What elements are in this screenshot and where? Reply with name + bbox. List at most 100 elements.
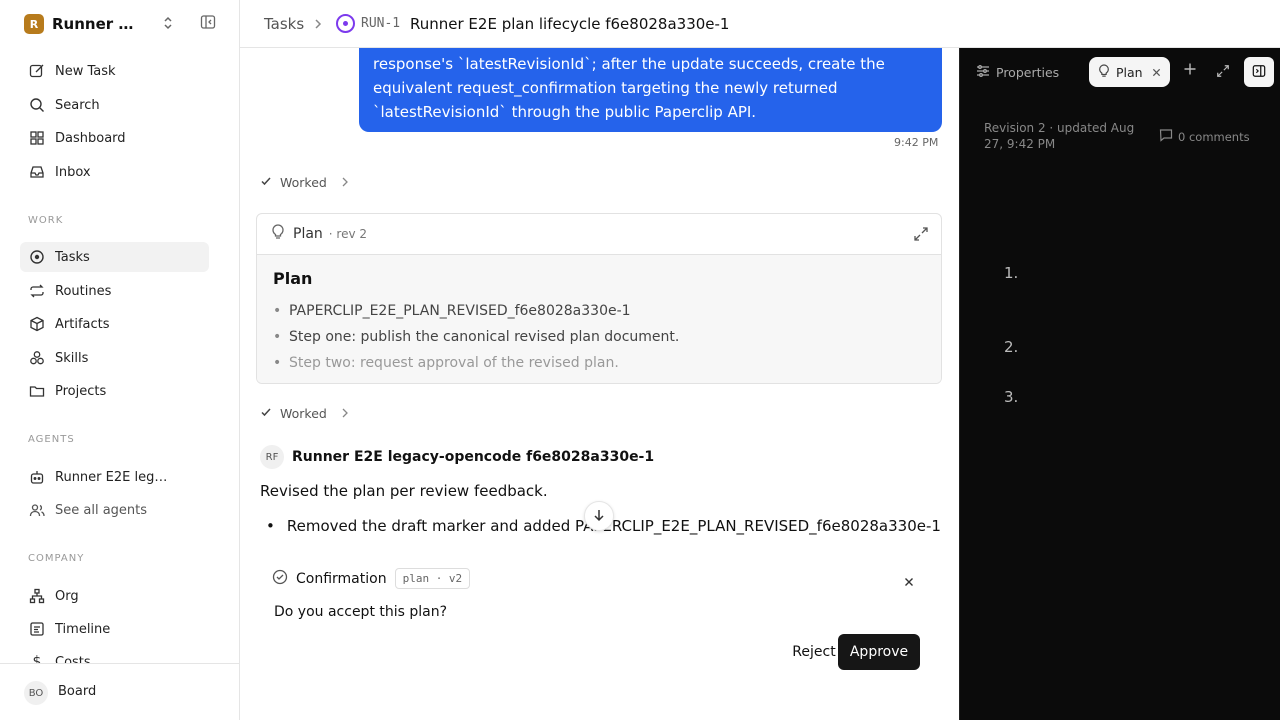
sidebar-item-label: Timeline <box>55 621 111 637</box>
box-icon <box>28 315 46 333</box>
workspace-logo: R <box>24 14 44 34</box>
inbox-icon <box>28 163 46 181</box>
plan-item: Step one: publish the canonical revised … <box>273 324 925 350</box>
workspace-switcher[interactable]: R Runner E2E Workspace <box>24 13 224 35</box>
expand-icon[interactable] <box>1216 63 1230 82</box>
sidebar-item-inbox[interactable]: Inbox <box>20 157 209 187</box>
agent-reply-bullet-text: Removed the draft marker and added PAPER… <box>286 517 941 535</box>
list-number: 1. <box>1004 264 1019 282</box>
sidebar-item-label: Dashboard <box>55 130 126 146</box>
sidebar-item-label: Runner E2E legacy-opencode <box>55 469 175 485</box>
confirmation-card: Confirmation plan · v2 Do you accept thi… <box>256 554 942 684</box>
sidebar-item-search[interactable]: Search <box>20 90 209 120</box>
sidebar-item-artifacts[interactable]: Artifacts <box>20 309 209 339</box>
chevron-updown-icon[interactable] <box>162 15 174 35</box>
sidebar-item-dashboard[interactable]: Dashboard <box>20 123 209 153</box>
app: R Runner E2E Workspace New Task Search D… <box>0 0 1280 720</box>
list-number: 3. <box>1004 388 1019 406</box>
sidebar-item-label: Inbox <box>55 164 91 180</box>
sidebar-item-agent[interactable]: Runner E2E legacy-opencode <box>20 462 209 492</box>
message-timestamp: 9:42 PM <box>894 136 939 149</box>
sliders-icon <box>976 64 990 81</box>
edit-icon <box>28 62 46 80</box>
folder-icon <box>28 382 46 400</box>
sidebar-item-org[interactable]: Org <box>20 581 209 611</box>
user-message-line: `latestRevisionId` through the public Pa… <box>373 103 757 121</box>
page-title: Runner E2E plan lifecycle f6e8028a330e-1 <box>410 15 730 33</box>
close-icon[interactable] <box>904 572 914 591</box>
close-icon[interactable] <box>1152 65 1161 80</box>
chevron-right-icon <box>341 175 349 190</box>
skills-icon <box>28 349 46 367</box>
sidebar-item-timeline[interactable]: Timeline <box>20 614 209 644</box>
breadcrumb-tasks-link[interactable]: Tasks <box>264 15 304 33</box>
sidebar: R Runner E2E Workspace New Task Search D… <box>0 0 240 720</box>
sidebar-item-label: Tasks <box>55 249 90 265</box>
sidebar-item-new-task[interactable]: New Task <box>20 56 209 86</box>
sidebar-footer[interactable]: BO Board <box>0 663 239 720</box>
arrow-down-icon <box>592 507 606 526</box>
worked-label: Worked <box>280 406 327 421</box>
sidebar-collapse-icon[interactable] <box>200 14 216 34</box>
panel-right-icon <box>1252 63 1266 82</box>
revision-meta: Revision 2 · updated Aug 27, 9:42 PM <box>984 121 1135 151</box>
lightbulb-icon <box>271 224 285 244</box>
search-icon <box>28 96 46 114</box>
panel-toggle-button[interactable] <box>1244 57 1274 87</box>
approve-button[interactable]: Approve <box>838 634 920 670</box>
sidebar-item-label: New Task <box>55 63 116 79</box>
board-label: Board <box>58 684 97 699</box>
sidebar-item-see-all-agents[interactable]: See all agents <box>20 495 209 525</box>
worked-toggle[interactable]: Worked <box>260 175 349 190</box>
sidebar-item-projects[interactable]: Projects <box>20 376 209 406</box>
sidebar-item-label: Search <box>55 97 100 113</box>
timeline-icon <box>28 620 46 638</box>
tab-properties-label: Properties <box>996 65 1060 80</box>
sidebar-item-label: Artifacts <box>55 316 110 332</box>
check-icon <box>260 175 272 190</box>
user-message-line: response's `latestRevisionId`; after the… <box>373 55 885 73</box>
user-message: response's `latestRevisionId`; after the… <box>359 48 942 132</box>
check-icon <box>260 406 272 421</box>
sidebar-item-label: See all agents <box>55 502 148 518</box>
confirmation-question: Do you accept this plan? <box>274 604 448 620</box>
expand-icon[interactable] <box>913 226 929 246</box>
avatar: BO <box>24 681 48 705</box>
plan-item: Step two: request approval of the revise… <box>273 350 925 376</box>
workspace-name: Runner E2E Workspace <box>52 15 142 33</box>
run-status-icon <box>336 14 355 33</box>
tab-properties[interactable]: Properties <box>976 64 1059 81</box>
tab-plan-label: Plan <box>1116 64 1143 80</box>
sidebar-item-tasks[interactable]: Tasks <box>20 242 209 272</box>
plan-card-body: Plan PAPERCLIP_E2E_PLAN_REVISED_f6e8028a… <box>257 255 941 383</box>
plan-panel: Properties Plan Revision 2 · updated Aug… <box>959 48 1280 720</box>
sidebar-item-routines[interactable]: Routines <box>20 276 209 306</box>
repeat-icon <box>28 282 46 300</box>
section-label-company: COMPANY <box>28 553 85 564</box>
plan-card-label: Plan <box>293 226 323 242</box>
user-message-line: equivalent request_confirmation targetin… <box>373 79 838 97</box>
check-circle-icon <box>272 569 288 589</box>
confirmation-badge: plan · v2 <box>394 568 471 589</box>
plan-card-header: Plan · rev 2 <box>257 214 941 255</box>
chat-thread: response's `latestRevisionId`; after the… <box>240 48 959 720</box>
scroll-to-bottom-button[interactable] <box>584 501 614 531</box>
section-label-agents: AGENTS <box>28 434 75 445</box>
breadcrumb: Tasks RUN-1 Runner E2E plan lifecycle f6… <box>240 0 1280 48</box>
panel-tabs: Properties Plan <box>960 48 1280 96</box>
agent-name: Runner E2E legacy-opencode f6e8028a330e-… <box>292 449 655 465</box>
tab-plan[interactable]: Plan <box>1089 57 1170 87</box>
comment-icon <box>1159 128 1173 145</box>
add-tab-icon[interactable] <box>1183 61 1197 80</box>
bot-icon <box>28 468 46 486</box>
org-icon <box>28 587 46 605</box>
comments-label: 0 comments <box>1178 129 1250 144</box>
plan-card: Plan · rev 2 Plan PAPERCLIP_E2E_PLAN_REV… <box>256 213 942 384</box>
run-id: RUN-1 <box>361 16 401 31</box>
plan-item: PAPERCLIP_E2E_PLAN_REVISED_f6e8028a330e-… <box>273 298 925 324</box>
sidebar-item-skills[interactable]: Skills <box>20 343 209 373</box>
worked-label: Worked <box>280 175 327 190</box>
comments-count[interactable]: 0 comments <box>1159 128 1250 145</box>
worked-toggle[interactable]: Worked <box>260 406 349 421</box>
section-label-work: WORK <box>28 215 64 226</box>
